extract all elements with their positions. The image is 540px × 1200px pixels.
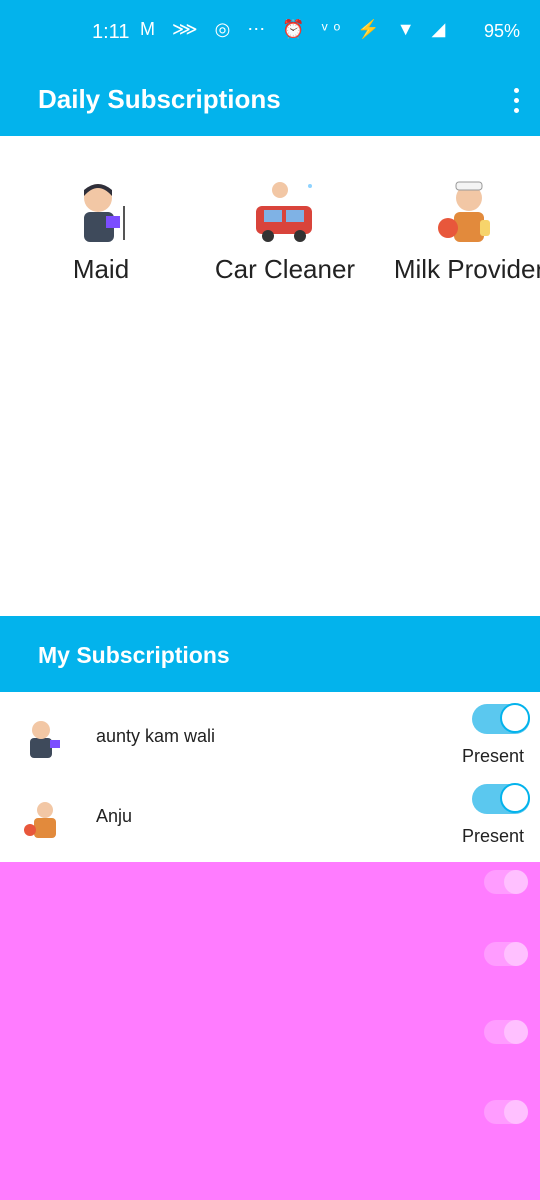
milk-provider-avatar-icon [22, 796, 68, 840]
subscription-row[interactable]: aunty kam wali Present [0, 696, 540, 776]
overlay-panel [0, 862, 540, 1200]
subscriber-name: aunty kam wali [96, 726, 216, 746]
milk-provider-icon [434, 176, 504, 246]
maid-icon [66, 176, 136, 246]
subscription-row[interactable]: Anju Present [0, 776, 540, 856]
service-car-cleaner[interactable]: Car Cleaner [200, 176, 370, 285]
subscriber-name: Anju [96, 806, 133, 826]
service-label: Car Cleaner [214, 254, 356, 284]
service-milk-provider[interactable]: Milk Provider [384, 176, 540, 285]
status-icons: M ⋙ ◎ ⋯ ⏰ ᵛᵒ ⚡ ▼ ◢ [140, 19, 452, 39]
car-cleaner-icon [250, 176, 320, 246]
service-label: Maid [72, 254, 130, 284]
section-header: My Subscriptions [0, 616, 540, 692]
service-label: Milk Provider [393, 254, 540, 284]
presence-toggle[interactable] [472, 703, 530, 734]
ghost-toggle [484, 1020, 528, 1044]
app-bar: Daily Subscriptions [0, 64, 540, 136]
ghost-toggle [484, 1100, 528, 1124]
services-panel: Maid Car Cleaner Milk Provider [0, 136, 540, 616]
app-title: Daily Subscriptions [38, 84, 281, 114]
overflow-menu-icon[interactable] [504, 82, 528, 118]
battery-level: 95% [483, 21, 520, 41]
section-title: My Subscriptions [38, 642, 230, 668]
ghost-toggle [484, 870, 528, 894]
presence-status: Present [461, 826, 524, 846]
presence-status: Present [461, 746, 524, 766]
status-time: 1:11 [92, 21, 130, 43]
service-maid[interactable]: Maid [16, 176, 186, 285]
presence-toggle[interactable] [472, 783, 530, 814]
ghost-toggle [484, 942, 528, 966]
status-bar: 1:11 M ⋙ ◎ ⋯ ⏰ ᵛᵒ ⚡ ▼ ◢ 95% [0, 0, 540, 64]
maid-avatar-icon [22, 716, 68, 760]
